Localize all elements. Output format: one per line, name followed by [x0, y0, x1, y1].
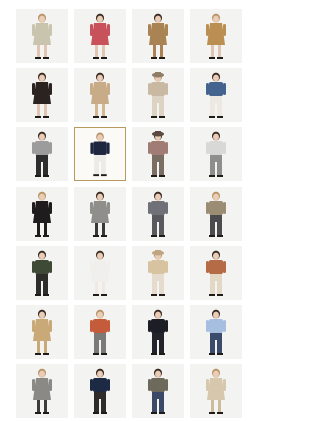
model-light-dress-icon — [32, 13, 52, 59]
product-tile[interactable] — [132, 9, 184, 63]
model-trench-coat-icon — [32, 309, 52, 355]
product-grid — [0, 0, 243, 421]
model-navy-cardigan-icon — [90, 132, 110, 177]
product-tile[interactable] — [190, 127, 242, 181]
product-tile[interactable] — [16, 187, 68, 241]
model-print-dress-icon — [206, 13, 226, 59]
product-tile[interactable] — [16, 305, 68, 359]
model-white-knit-icon — [206, 131, 226, 177]
product-tile[interactable] — [190, 187, 242, 241]
product-tile[interactable] — [74, 246, 126, 300]
model-grey-coat-icon — [90, 191, 110, 237]
model-camo-jacket-icon — [148, 368, 168, 414]
product-tile[interactable] — [190, 364, 242, 418]
model-argyle-vest-icon — [206, 191, 226, 237]
product-tile[interactable] — [74, 187, 126, 241]
product-tile[interactable] — [190, 305, 242, 359]
model-black-dress-icon — [32, 72, 52, 118]
model-beige-knit-icon — [148, 250, 168, 296]
product-tile[interactable] — [190, 246, 242, 300]
model-mauve-sweater-icon — [148, 131, 168, 177]
product-tile[interactable] — [132, 246, 184, 300]
model-black-top-icon — [148, 309, 168, 355]
product-tile[interactable] — [16, 364, 68, 418]
product-tile[interactable] — [132, 127, 184, 181]
model-grey-sweater-icon — [32, 131, 52, 177]
model-cream-coat-icon — [206, 368, 226, 414]
product-tile[interactable] — [132, 305, 184, 359]
model-check-sweater-icon — [148, 72, 168, 118]
product-tile[interactable] — [74, 127, 126, 181]
model-blue-shirt-icon — [206, 309, 226, 355]
model-argyle-sweater-icon — [148, 191, 168, 237]
product-tile[interactable] — [74, 68, 126, 122]
product-tile[interactable] — [132, 68, 184, 122]
model-pattern-sweater-icon — [206, 250, 226, 296]
product-tile[interactable] — [16, 68, 68, 122]
product-tile[interactable] — [16, 246, 68, 300]
model-beige-coat-icon — [90, 72, 110, 118]
product-tile[interactable] — [16, 9, 68, 63]
product-tile[interactable] — [74, 9, 126, 63]
product-tile[interactable] — [74, 364, 126, 418]
model-floral-dress-icon — [90, 13, 110, 59]
model-grey-wool-coat-icon — [32, 368, 52, 414]
product-tile[interactable] — [190, 9, 242, 63]
product-tile[interactable] — [190, 68, 242, 122]
model-navy-sweater-icon — [90, 368, 110, 414]
model-black-coat-icon — [32, 191, 52, 237]
product-tile[interactable] — [132, 364, 184, 418]
product-tile[interactable] — [132, 187, 184, 241]
product-tile[interactable] — [74, 305, 126, 359]
product-tile[interactable] — [16, 127, 68, 181]
model-colorblock-sweater-icon — [90, 309, 110, 355]
model-white-outfit-icon — [90, 250, 110, 296]
model-denim-jacket-icon — [206, 72, 226, 118]
model-camel-dress-icon — [148, 13, 168, 59]
model-green-outfit-icon — [32, 250, 52, 296]
